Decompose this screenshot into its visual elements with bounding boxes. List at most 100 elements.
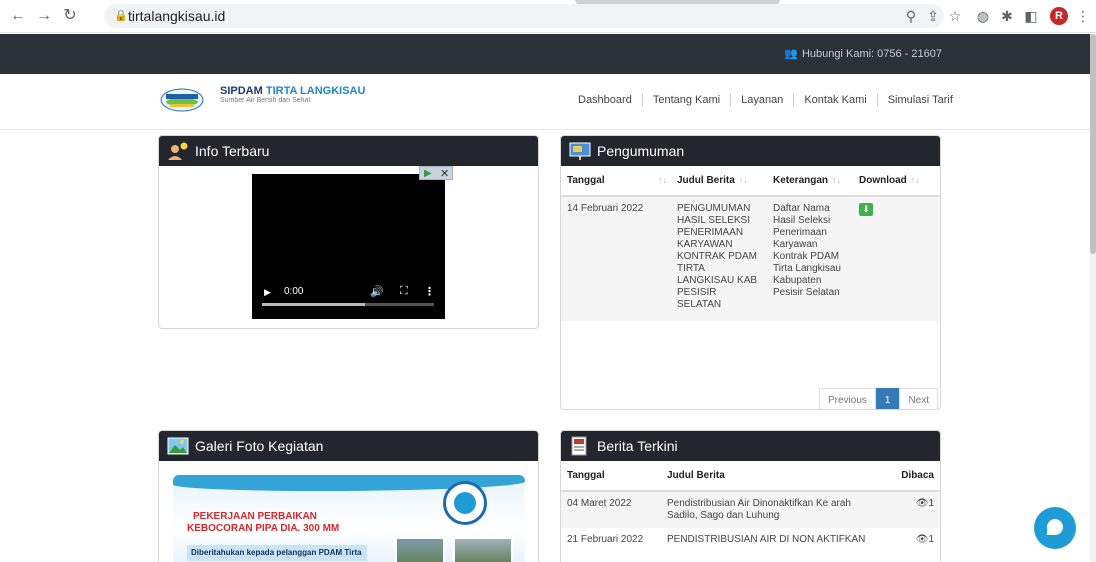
cell-judul[interactable]: Pendistribusian Air Dinonaktifkan Ke ara…	[661, 491, 890, 528]
users-icon: 👥	[784, 48, 798, 60]
galeri-title: Galeri Foto Kegiatan	[195, 438, 324, 454]
cell-dibaca: 👁1	[890, 491, 940, 528]
ad-close-icon[interactable]: ✕	[440, 167, 449, 180]
cell-tanggal: 21 Februari 2022	[567, 534, 644, 545]
cell-tanggal: 14 Februari 2022	[561, 196, 671, 321]
col-tanggal: Tanggal	[561, 461, 661, 492]
pagination-next[interactable]: Next	[899, 388, 938, 409]
video-controls: ▶ 0:00 🔊 ⛶ ⋮	[252, 281, 445, 309]
cell-download: ⬇	[853, 196, 940, 321]
sort-icon[interactable]: ↑↓	[832, 175, 841, 185]
pengumuman-panel: Pengumuman Tanggal ↑↓ Judul Berita ↑↓ Kete…	[560, 135, 941, 410]
zoom-icon[interactable]: ⚲	[902, 7, 920, 25]
nav-kontak-kami[interactable]: Kontak Kami	[793, 93, 876, 107]
slide-headline-2: KEBOCORAN PIPA DIA. 300 MM	[187, 523, 340, 534]
pdam-logo[interactable]	[160, 88, 204, 112]
lock-icon: 🔒	[114, 10, 128, 22]
sort-icon[interactable]: ↑↓	[658, 175, 667, 185]
fullscreen-icon[interactable]: ⛶	[400, 285, 408, 298]
ad-choices-badge[interactable]: ▶ ✕	[419, 166, 453, 180]
brand-name: SIPDAM	[220, 85, 263, 97]
slide-headline-1: PEKERJAAN PERBAIKAN	[193, 511, 317, 522]
pdam-seal-logo	[443, 481, 487, 525]
eye-icon: 👁	[915, 498, 929, 509]
reload-icon[interactable]: ↻	[60, 6, 80, 26]
extensions-puzzle-icon[interactable]: ✱	[998, 7, 1016, 25]
video-area: ▶ 0:00 🔊 ⛶ ⋮ ▶ ✕	[159, 166, 538, 328]
play-icon[interactable]: ▶	[264, 287, 271, 298]
berita-header: Berita Terkini	[561, 431, 940, 461]
slide-photo-1	[395, 537, 445, 562]
cell-keterangan: Daftar Nama Hasil Seleksi Penerimaan Kar…	[767, 196, 853, 321]
table-row: 14 Februari 2022 PENGUMUMAN HASIL SELEKS…	[561, 196, 940, 321]
pengumuman-header: Pengumuman	[561, 136, 940, 166]
user-info-icon	[168, 142, 188, 160]
col-judul-berita: Judul Berita	[661, 461, 890, 492]
bookmark-star-icon[interactable]: ☆	[946, 7, 964, 25]
cell-tanggal: 04 Maret 2022	[561, 491, 661, 528]
berita-panel: Berita Terkini Tanggal Judul Berita Diba…	[560, 430, 941, 562]
browser-toolbar: ← → ↻ 🔒 tirtalangkisau.id ⚲ ⇪ ☆ ◍ ✱ ◧ R …	[0, 0, 1096, 33]
menu-kebab-icon[interactable]: ⋮	[1074, 7, 1092, 25]
berita-table: Tanggal Judul Berita Dibaca 04 Maret 202…	[561, 461, 940, 552]
nav-simulasi-tarif[interactable]: Simulasi Tarif	[876, 93, 963, 107]
video-player[interactable]: ▶ 0:00 🔊 ⛶ ⋮	[252, 174, 445, 319]
brand-accent: TIRTA LANGKISAU	[265, 85, 366, 97]
gallery-image-icon	[167, 437, 189, 455]
info-terbaru-title: Info Terbaru	[195, 143, 270, 159]
col-judul-berita[interactable]: Judul Berita ↑↓	[671, 166, 767, 197]
cell-dibaca: 👁1	[915, 534, 934, 545]
video-time: 0:00	[284, 286, 304, 297]
site-header: SIPDAM TIRTA LANGKISAU Sumber Air Bersih…	[0, 74, 1090, 130]
table-row[interactable]: 04 Maret 2022 Pendistribusian Air Dinona…	[561, 491, 940, 528]
galeri-panel: Galeri Foto Kegiatan PEKERJAAN PERBAIKAN…	[158, 430, 539, 562]
pagination-previous[interactable]: Previous	[818, 388, 876, 409]
col-download[interactable]: Download ↑↓	[853, 166, 940, 197]
nav-tentang-kami[interactable]: Tentang Kami	[641, 93, 730, 107]
brand-title: SIPDAM TIRTA LANGKISAU	[220, 85, 365, 97]
nav-layanan[interactable]: Layanan	[730, 93, 793, 107]
pagination-page-1[interactable]: 1	[875, 388, 900, 409]
contact-text: Hubungi Kami: 0756 - 21607	[801, 48, 942, 60]
info-terbaru-panel: Info Terbaru ▶ 0:00 🔊 ⛶ ⋮ ▶ ✕	[158, 135, 539, 329]
pengumuman-body: Tanggal ↑↓ Judul Berita ↑↓ Keterangan ↑↓ Do…	[561, 166, 940, 409]
sort-icon[interactable]: ↑↓	[911, 175, 920, 185]
profile-avatar[interactable]: R	[1050, 7, 1068, 25]
slide-photo-2	[453, 537, 513, 562]
presentation-board-icon	[569, 142, 591, 160]
main-nav: Dashboard Tentang Kami Layanan Kontak Ka…	[570, 93, 963, 107]
cell-judul[interactable]: PENDISTRIBUSIAN AIR DI NON AKTIFKAN	[661, 528, 890, 552]
chat-button[interactable]	[1034, 507, 1076, 549]
extension-globe-icon[interactable]: ◍	[974, 7, 992, 25]
eye-icon: 👁	[915, 534, 929, 545]
top-contact-bar: 👥 Hubungi Kami: 0756 - 21607	[0, 34, 1090, 74]
chat-bubble-icon	[1047, 519, 1063, 535]
pengumuman-title: Pengumuman	[597, 143, 685, 159]
cell-judul: PENGUMUMAN HASIL SELEKSI PENERIMAAN KARY…	[671, 196, 767, 321]
sort-icon[interactable]: ↑↓	[739, 175, 748, 185]
side-panel-icon[interactable]: ◧	[1022, 7, 1040, 25]
pengumuman-table: Tanggal ↑↓ Judul Berita ↑↓ Keterangan ↑↓ Do…	[561, 166, 940, 321]
video-progress-bar[interactable]	[262, 303, 434, 306]
share-icon[interactable]: ⇪	[924, 7, 942, 25]
url-text: tirtalangkisau.id	[128, 8, 226, 24]
galeri-slide-image[interactable]: PEKERJAAN PERBAIKAN KEBOCORAN PIPA DIA. …	[173, 475, 525, 562]
col-keterangan[interactable]: Keterangan ↑↓	[767, 166, 853, 197]
nav-dashboard[interactable]: Dashboard	[570, 93, 642, 107]
contact-info: 👥 Hubungi Kami: 0756 - 21607	[784, 47, 942, 60]
video-more-icon[interactable]: ⋮	[424, 285, 435, 298]
page-scrollbar[interactable]	[1090, 34, 1096, 562]
forward-icon[interactable]: →	[34, 6, 54, 26]
col-dibaca: Dibaca	[890, 461, 940, 492]
address-bar[interactable]: 🔒 tirtalangkisau.id	[104, 4, 944, 28]
info-terbaru-header: Info Terbaru	[159, 136, 538, 166]
newspaper-icon	[571, 436, 587, 456]
download-icon[interactable]: ⬇	[859, 203, 873, 216]
table-row[interactable]: 21 Februari 2022 PENDISTRIBUSIAN AIR DI …	[561, 528, 940, 552]
berita-title: Berita Terkini	[597, 438, 678, 454]
volume-icon[interactable]: 🔊	[370, 285, 384, 298]
col-tanggal[interactable]: Tanggal ↑↓	[561, 166, 671, 197]
pagination: Previous 1 Next	[818, 388, 938, 409]
back-icon[interactable]: ←	[8, 6, 28, 26]
slide-subline: Diberitahukan kepada pelanggan PDAM Tirt…	[187, 545, 367, 561]
